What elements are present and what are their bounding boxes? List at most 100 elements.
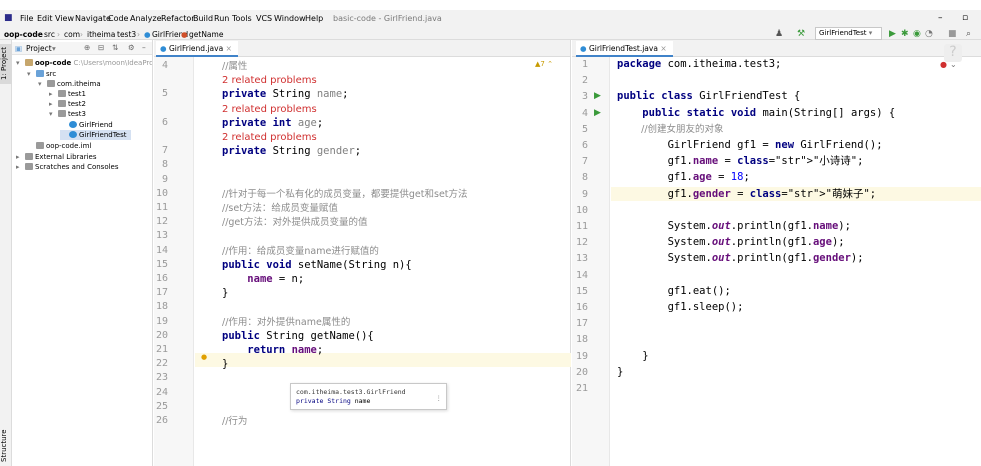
chevron-right-icon[interactable]: ▸ <box>16 152 25 162</box>
code-text: //创建女朋友的对象 <box>617 123 724 135</box>
class-icon: ● <box>580 44 587 53</box>
tree-item[interactable]: ▾ test3 <box>49 109 86 119</box>
menu-vcs[interactable]: VCS <box>256 14 272 23</box>
tab-girlfriend-java[interactable]: ● GirlFriend.java × <box>156 41 238 57</box>
tree-item[interactable]: ▸ Scratches and Consoles <box>16 162 119 172</box>
tree-item[interactable]: oop-code.iml <box>27 141 91 151</box>
chevron-down-icon[interactable]: ▾ <box>16 58 25 68</box>
tree-item[interactable]: GirlFriendTest <box>60 130 131 140</box>
project-panel-title[interactable]: Project <box>26 44 52 53</box>
expand-all-icon[interactable]: ⇅ <box>112 43 118 52</box>
close-icon[interactable]: × <box>226 44 232 53</box>
editor-tab-bar: ● GirlFriend.java × <box>154 40 570 57</box>
breadcrumb-method[interactable]: getName <box>189 30 223 39</box>
tree-item[interactable]: ▸ test2 <box>49 99 86 109</box>
tab-girlfriendtest-java[interactable]: ● GirlFriendTest.java × <box>576 41 673 57</box>
menu-window[interactable]: Window <box>274 14 306 23</box>
code-line: } <box>222 357 228 371</box>
tree-item-label: test2 <box>68 100 86 108</box>
menu-file[interactable]: File <box>20 14 33 23</box>
menu-tools[interactable]: Tools <box>232 14 252 23</box>
related-problems-hint[interactable]: 2 related problems <box>222 102 317 117</box>
menu-help[interactable]: Help <box>305 14 323 23</box>
user-icon[interactable]: ♟ <box>775 29 783 39</box>
menu-navigate[interactable]: Navigate <box>75 14 111 23</box>
chevron-right-icon: › <box>80 30 83 39</box>
close-icon[interactable]: × <box>660 44 666 53</box>
debug-icon[interactable]: ✱ <box>901 29 909 39</box>
coverage-icon[interactable]: ◉ <box>913 29 921 39</box>
chevron-down-icon[interactable]: ▾ <box>27 69 36 79</box>
minimize-icon[interactable]: – <box>938 13 943 23</box>
code-line: public static void main(String[] args) { <box>617 106 895 120</box>
chevron-right-icon: › <box>36 30 39 39</box>
line-number: 13 <box>155 230 168 242</box>
breadcrumb-test3[interactable]: test3 <box>117 30 136 39</box>
menu-run[interactable]: Run <box>214 14 229 23</box>
code-text: public class GirlFriendTest { <box>617 90 801 103</box>
line-number: 20 <box>155 329 168 341</box>
line-number: 21 <box>575 383 588 394</box>
line-number: 15 <box>575 285 588 297</box>
line-number: 1 <box>581 59 588 70</box>
line-number: 22 <box>155 358 168 370</box>
build-hammer-icon[interactable]: ⚒ <box>797 29 805 39</box>
gear-icon[interactable]: ⚙ <box>128 43 135 52</box>
chevron-down-icon[interactable]: ▾ <box>38 79 47 89</box>
class-icon: ● <box>160 44 167 53</box>
tree-item[interactable]: ▸ External Libraries <box>16 152 97 162</box>
code-line: gf1.age = 18; <box>617 170 750 184</box>
menu-refactor[interactable]: Refactor <box>161 14 195 23</box>
menu-view[interactable]: View <box>55 14 74 23</box>
run-icon[interactable]: ▶ <box>889 29 896 39</box>
structure-tool-tab[interactable]: Structure <box>0 426 12 466</box>
stop-icon[interactable]: ■ <box>948 29 957 39</box>
profile-icon[interactable]: ◔ <box>925 29 933 39</box>
chevron-right-icon[interactable]: ▸ <box>16 162 25 172</box>
menu-edit[interactable]: Edit <box>37 14 53 23</box>
tree-item[interactable]: ▸ test1 <box>49 89 86 99</box>
code-text: package com.itheima.test3; <box>617 58 782 70</box>
tree-item[interactable]: ▾ src <box>27 69 56 79</box>
run-gutter-icon[interactable]: ▶ <box>594 108 601 118</box>
intention-bulb-icon[interactable]: ● <box>201 353 207 361</box>
run-config-select[interactable]: GirlFriendTest ▾ <box>815 27 882 40</box>
tree-item[interactable]: ▾ oop-code C:\Users\moon\IdeaProjects\ba… <box>16 58 152 68</box>
chevron-down-icon[interactable]: ▾ <box>52 44 56 53</box>
collapse-all-icon[interactable]: ⊟ <box>98 43 104 52</box>
run-gutter-icon[interactable]: ▶ <box>594 91 601 101</box>
menu-code[interactable]: Code <box>108 14 128 23</box>
code-line: //get方法：对外提供成员变量的值 <box>222 215 368 230</box>
problem-text[interactable]: 2 related problems <box>222 75 317 86</box>
problem-text[interactable]: 2 related problems <box>222 132 317 143</box>
search-icon[interactable]: ⌕ <box>966 29 971 39</box>
breadcrumb-com[interactable]: com <box>64 30 80 39</box>
related-problems-hint[interactable]: 2 related problems <box>222 130 317 145</box>
comment-text: //行为 <box>222 416 248 427</box>
hide-panel-icon[interactable]: – <box>142 43 146 52</box>
locate-icon[interactable]: ⊕ <box>84 43 90 52</box>
chevron-right-icon[interactable]: ▸ <box>49 89 58 99</box>
related-problems-hint[interactable]: 2 related problems <box>222 73 317 88</box>
code-line: //作用：给成员变量name进行赋值的 <box>222 244 379 259</box>
tree-item[interactable]: GirlFriend <box>60 120 113 130</box>
warning-indicator[interactable]: ▲7 ⌃ <box>535 60 553 68</box>
maximize-icon[interactable]: ▫ <box>962 13 968 23</box>
menu-build[interactable]: Build <box>193 14 213 23</box>
comment-text: //针对于每一个私有化的成员变量，都要提供get和set方法 <box>222 188 468 200</box>
editor-tab-bar: ● GirlFriendTest.java × <box>572 40 981 57</box>
help-icon[interactable]: ? <box>944 44 962 62</box>
line-number: 26 <box>155 415 168 426</box>
code-line: private int age; <box>222 116 324 129</box>
project-tool-tab[interactable]: 1: Project <box>0 44 12 84</box>
chevron-down-icon[interactable]: ▾ <box>49 109 58 119</box>
problem-text[interactable]: 2 related problems <box>222 104 317 115</box>
chevron-right-icon[interactable]: ▸ <box>49 99 58 109</box>
line-number: 16 <box>155 273 168 284</box>
more-options-icon[interactable]: ⋮ <box>436 394 443 403</box>
menu-analyze[interactable]: Analyze <box>130 14 162 23</box>
breadcrumb-src[interactable]: src <box>44 30 55 39</box>
package-icon <box>47 80 55 87</box>
tree-item[interactable]: ▾ com.itheima <box>38 79 101 89</box>
code-line: private String gender; <box>222 145 362 158</box>
